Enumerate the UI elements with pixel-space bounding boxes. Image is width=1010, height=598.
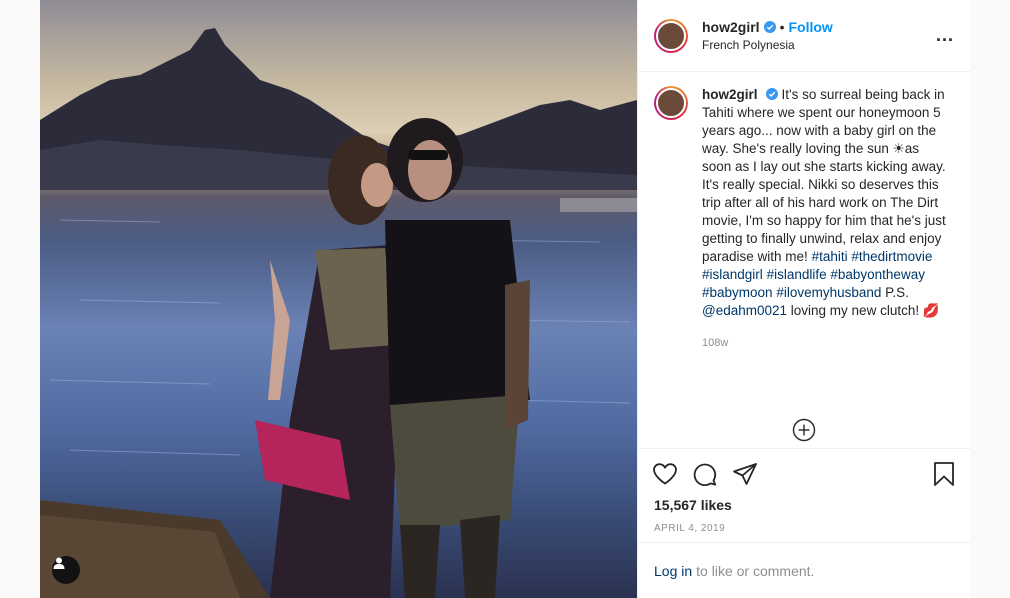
comment-icon[interactable] [692,462,718,486]
separator-dot: • [779,19,785,35]
bookmark-icon[interactable] [932,461,956,487]
avatar-image [656,88,686,118]
hashtag-link[interactable]: #babymoon [702,285,773,300]
photo-scene [40,28,637,598]
comment-bar: Log in to like or comment. [638,542,970,598]
user-tag-button[interactable] [52,556,80,584]
mention-link[interactable]: @edahm0021 [702,303,787,318]
location-link[interactable]: French Polynesia [702,38,936,52]
avatar-image [656,20,686,51]
header-username[interactable]: how2girl [702,19,760,35]
more-options-button[interactable]: ... [936,25,954,46]
caption-tail: loving my new clutch! 💋 [790,303,940,318]
post-container: how2girl • Follow French Polynesia ... h… [40,0,970,598]
post-header: how2girl • Follow French Polynesia ... [638,0,970,72]
caption-text: It's so surreal being back in Tahiti whe… [702,87,946,264]
hashtag-link[interactable]: #babyontheway [830,267,925,282]
hashtag-link[interactable]: #islandgirl [702,267,763,282]
likes-count[interactable]: 15,567 likes [654,497,956,513]
hashtag-link[interactable]: #tahiti [812,249,848,264]
hashtag-link[interactable]: #ilovemyhusband [776,285,881,300]
heart-icon[interactable] [652,462,678,486]
plus-circle-icon[interactable] [792,418,816,442]
verified-badge-icon [765,88,778,100]
caption-timestamp: 108w [702,337,729,349]
avatar[interactable] [654,18,688,53]
post-sidebar: how2girl • Follow French Polynesia ... h… [637,0,970,598]
user-icon [53,557,65,569]
ps-text: P.S. [885,285,909,300]
caption-username[interactable]: how2girl [702,87,758,102]
post-photo[interactable] [40,0,637,598]
post-actions: 15,567 likes APRIL 4, 2019 [638,448,970,534]
verified-badge-icon [763,21,776,33]
caption-body: how2girl It's so surreal being back in Ta… [702,86,947,414]
hashtag-link[interactable]: #islandlife [767,267,827,282]
login-link[interactable]: Log in [654,563,692,579]
follow-button[interactable]: Follow [788,19,832,35]
hashtag-link[interactable]: #thedirtmovie [851,249,932,264]
caption-section: how2girl It's so surreal being back in Ta… [638,72,970,414]
caption-avatar[interactable] [654,86,688,120]
comment-prompt: to like or comment. [696,562,815,579]
post-date[interactable]: APRIL 4, 2019 [654,523,956,534]
paper-plane-icon[interactable] [732,462,758,486]
